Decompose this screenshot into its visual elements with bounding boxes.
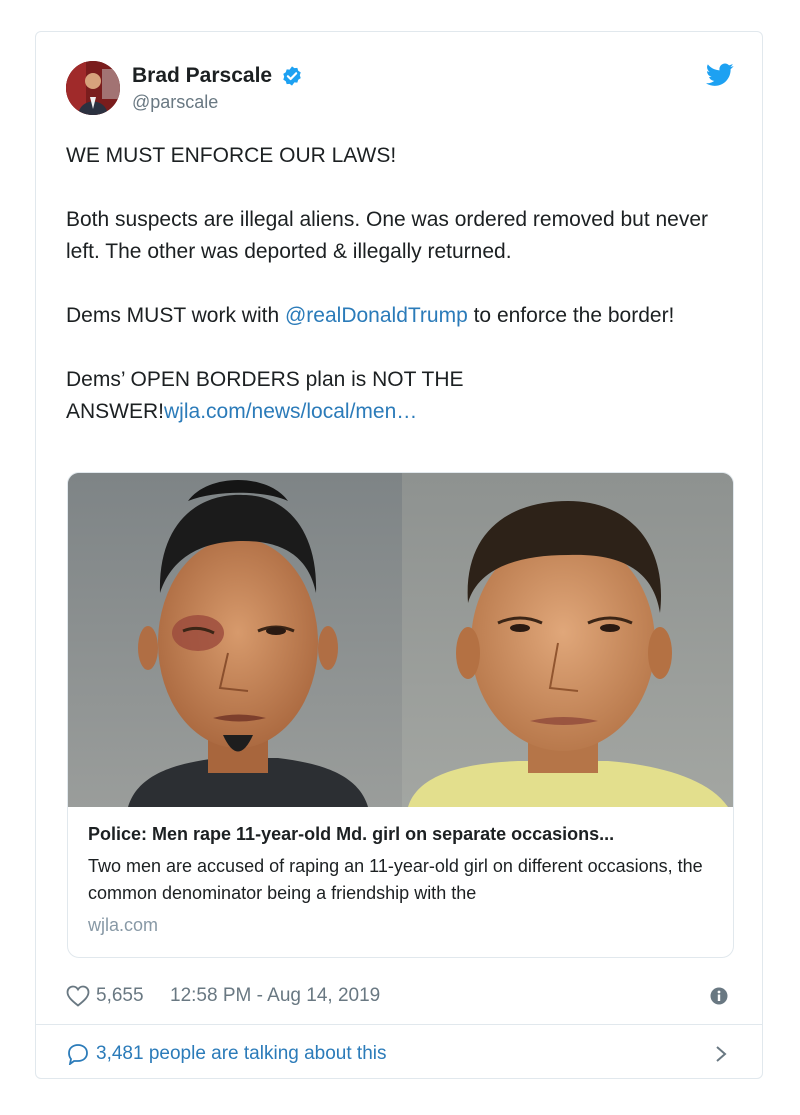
author-info: Brad Parscale @parscale	[132, 64, 303, 113]
tweet-line: Dems’ OPEN BORDERS plan is NOT THE ANSWE…	[66, 368, 464, 423]
display-name[interactable]: Brad Parscale	[132, 64, 272, 88]
tweet-line: WE MUST ENFORCE OUR LAWS!	[66, 144, 397, 167]
conversation-link[interactable]: 3,481 people are talking about this	[66, 1037, 728, 1069]
chevron-right-icon	[716, 1046, 727, 1062]
tweet-card: Brad Parscale @parscale WE MUST ENFORCE …	[35, 31, 763, 1079]
verified-badge-icon	[282, 66, 301, 86]
tweet-line: Both suspects are illegal aliens. One wa…	[66, 208, 709, 263]
card-text: Police: Men rape 11-year-old Md. girl on…	[88, 824, 715, 936]
tweet-text: WE MUST ENFORCE OUR LAWS! Both suspects …	[66, 140, 726, 428]
tweet-line: Dems MUST work with @realDonaldTrump to …	[66, 304, 675, 327]
twitter-bird-icon[interactable]	[706, 63, 734, 87]
card-description: Two men are accused of raping an 11-year…	[88, 856, 703, 903]
info-icon[interactable]	[710, 987, 728, 1005]
card-domain: wjla.com	[88, 915, 159, 935]
tweet-header: Brad Parscale @parscale	[66, 61, 734, 119]
card-image	[68, 473, 733, 807]
avatar[interactable]	[66, 61, 120, 115]
divider	[36, 1024, 762, 1025]
timestamp[interactable]: 12:58 PM - Aug 14, 2019	[170, 985, 380, 1007]
like-count[interactable]: 5,655	[96, 985, 144, 1007]
heart-icon[interactable]	[66, 985, 90, 1007]
talking-count: 3,481 people are talking about this	[96, 1043, 387, 1064]
link-preview-card[interactable]: Police: Men rape 11-year-old Md. girl on…	[67, 472, 734, 958]
tweet-meta: 5,655 12:58 PM - Aug 14, 2019	[66, 982, 728, 1010]
card-title: Police: Men rape 11-year-old Md. girl on…	[88, 824, 615, 844]
reply-bubble-icon	[68, 1044, 88, 1065]
handle[interactable]: @parscale	[132, 92, 303, 113]
mention-link[interactable]: @realDonaldTrump	[285, 304, 468, 327]
url-link[interactable]: wjla.com/news/local/men…	[164, 400, 417, 423]
